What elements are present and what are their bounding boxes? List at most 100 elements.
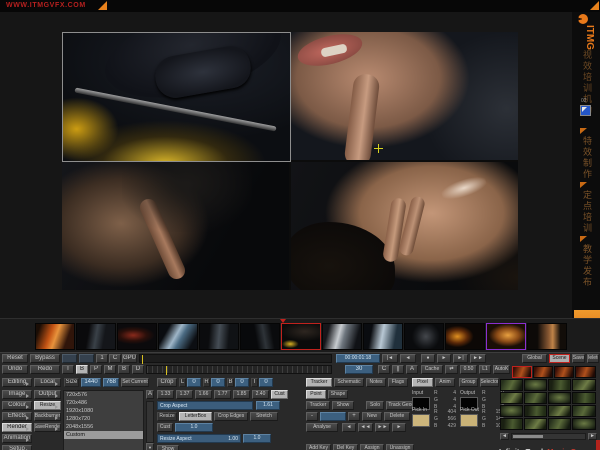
clip-thumbnail[interactable]	[572, 379, 596, 391]
tab-schematic[interactable]: Schematic	[334, 378, 364, 387]
analyse-back-all-button[interactable]: ◄◄	[358, 423, 373, 432]
film-thumbnail[interactable]	[199, 323, 239, 350]
tab-tracker[interactable]: Tracker	[306, 378, 332, 387]
submenu-local[interactable]: Local	[34, 378, 61, 387]
scene-button[interactable]: Scene	[549, 354, 570, 363]
cache-button[interactable]: Cache	[421, 365, 443, 374]
video-quad-shoulder[interactable]	[291, 162, 518, 290]
loop-button[interactable]: ⇄	[445, 365, 458, 374]
clip-thumbnail[interactable]	[524, 392, 547, 404]
step-forward-button[interactable]: ►|	[453, 354, 468, 363]
film-thumbnail[interactable]	[363, 323, 403, 350]
go-end-button[interactable]: ►►	[470, 354, 486, 363]
film-thumbnail[interactable]	[404, 323, 444, 350]
resize-aspect-slider[interactable]: Resize Aspect 1.00	[157, 434, 241, 443]
show-button[interactable]: Show	[157, 445, 179, 450]
clip-thumbnail[interactable]	[548, 379, 571, 391]
l1-button[interactable]: L1	[479, 365, 491, 374]
clip-thumbnail[interactable]	[575, 366, 596, 378]
gpu-button[interactable]: GPU	[122, 354, 137, 363]
point-minus-button[interactable]: -	[306, 412, 318, 421]
tracker-button[interactable]: Tracker	[306, 401, 330, 410]
undo-button[interactable]: Undo	[2, 365, 28, 374]
tab-notes[interactable]: Notes	[366, 378, 386, 387]
crop-t-field[interactable]: 0	[259, 378, 273, 387]
shape-button[interactable]: Shape	[328, 390, 348, 399]
cache-c-button[interactable]: C	[378, 365, 390, 374]
point-button[interactable]: Point	[306, 390, 326, 399]
submenu-saverender[interactable]: SaveRender	[34, 423, 61, 432]
resolution-item-selected[interactable]: Custom	[64, 431, 143, 439]
aspect-240-button[interactable]: 2.40	[252, 390, 269, 399]
global-button[interactable]: Global	[522, 354, 547, 363]
clip-thumbnail[interactable]	[500, 392, 523, 404]
menu-render[interactable]: Render	[2, 423, 32, 432]
video-quad-chin[interactable]	[62, 162, 289, 290]
mark-i-button[interactable]: I	[62, 365, 74, 374]
film-thumbnail[interactable]	[240, 323, 280, 350]
library-scroll-left-button[interactable]: ◄	[500, 433, 509, 440]
mode-anim[interactable]: Anim	[435, 378, 455, 387]
frame-tick[interactable]	[166, 366, 167, 375]
mark-b-button[interactable]: B	[76, 365, 88, 374]
menu-setup[interactable]: Setup	[2, 445, 32, 450]
aspect-185-button[interactable]: 1.85	[233, 390, 250, 399]
cust-value-field[interactable]: 1.0	[175, 423, 213, 432]
menu-effects[interactable]: Effects	[2, 412, 32, 421]
selector-button[interactable]: Selector	[480, 378, 499, 387]
size-width-field[interactable]: 1440	[81, 378, 101, 387]
play-button[interactable]: ►	[437, 354, 451, 363]
crop-r-field[interactable]: 0	[211, 378, 225, 387]
film-thumbnail-selected[interactable]	[281, 323, 321, 350]
analyse-back-button[interactable]: ◄	[342, 423, 356, 432]
mark-p-button[interactable]: P	[90, 365, 102, 374]
analyse-fwd-all-button[interactable]: ►►	[375, 423, 390, 432]
autokey-button[interactable]: AutoK	[493, 365, 510, 374]
crop-aspect-slider[interactable]: Crop Aspect	[157, 401, 253, 410]
film-thumbnail[interactable]	[35, 323, 75, 350]
bypass-button[interactable]: Bypass	[30, 354, 60, 363]
frame-ruler[interactable]	[146, 365, 332, 375]
video-quad-glove[interactable]	[62, 32, 291, 162]
film-thumbnail[interactable]	[322, 323, 362, 350]
aspect-cust-button[interactable]: Cust	[271, 390, 288, 399]
mark-b2-button[interactable]: B	[118, 365, 130, 374]
film-thumbnail[interactable]	[445, 323, 485, 350]
film-thumbnail[interactable]	[76, 323, 116, 350]
crop-l-field[interactable]: 0	[187, 378, 201, 387]
tab-flags[interactable]: Flags	[388, 378, 408, 387]
menu-editing[interactable]: Editing	[2, 378, 32, 387]
clip-thumbnail[interactable]	[524, 379, 547, 391]
submenu-resize[interactable]: Resize	[34, 401, 61, 410]
menu-animation[interactable]: Animation	[2, 434, 32, 443]
scroll-down-button[interactable]: ▼	[146, 443, 154, 450]
film-thumbnail-tagged[interactable]	[486, 323, 526, 350]
pick-out-swatch[interactable]	[460, 414, 478, 427]
del-key-button[interactable]: Del Key	[333, 444, 358, 450]
unassign-button[interactable]: Unassign	[386, 444, 414, 450]
clip-thumbnail[interactable]	[572, 418, 596, 430]
size-height-field[interactable]: 768	[103, 378, 119, 387]
aspect-177-button[interactable]: 1.77	[214, 390, 231, 399]
clip-thumbnail[interactable]	[572, 405, 596, 417]
solo-button[interactable]: Solo	[366, 401, 384, 410]
resize-aspect-field[interactable]: 1.0	[243, 434, 271, 443]
crop-edges-button[interactable]: Crop Edges	[214, 412, 248, 421]
resolution-item[interactable]: 720x486	[64, 399, 143, 407]
blank-slot-button[interactable]	[79, 354, 94, 363]
clip-thumbnail[interactable]	[524, 418, 547, 430]
aspect-166-button[interactable]: 1.66	[195, 390, 212, 399]
pick-in-swatch[interactable]	[412, 414, 430, 427]
reset-button[interactable]: Reset	[2, 354, 28, 363]
clip-thumbnail[interactable]	[500, 379, 523, 391]
timeline-bar[interactable]	[139, 354, 332, 364]
resolution-item[interactable]: 2048x1556	[64, 423, 143, 431]
library-scroll-handle[interactable]	[513, 435, 543, 438]
resolution-item[interactable]: 1920x1080	[64, 407, 143, 415]
crop-b-field[interactable]: 0	[235, 378, 249, 387]
speed-button[interactable]: 0.50	[460, 365, 477, 374]
letterbox-button[interactable]: LetterBox	[179, 412, 212, 421]
save-button[interactable]: Save	[572, 354, 585, 363]
clip-thumbnail[interactable]	[548, 405, 571, 417]
aspect-133-button[interactable]: 1.33	[157, 390, 174, 399]
